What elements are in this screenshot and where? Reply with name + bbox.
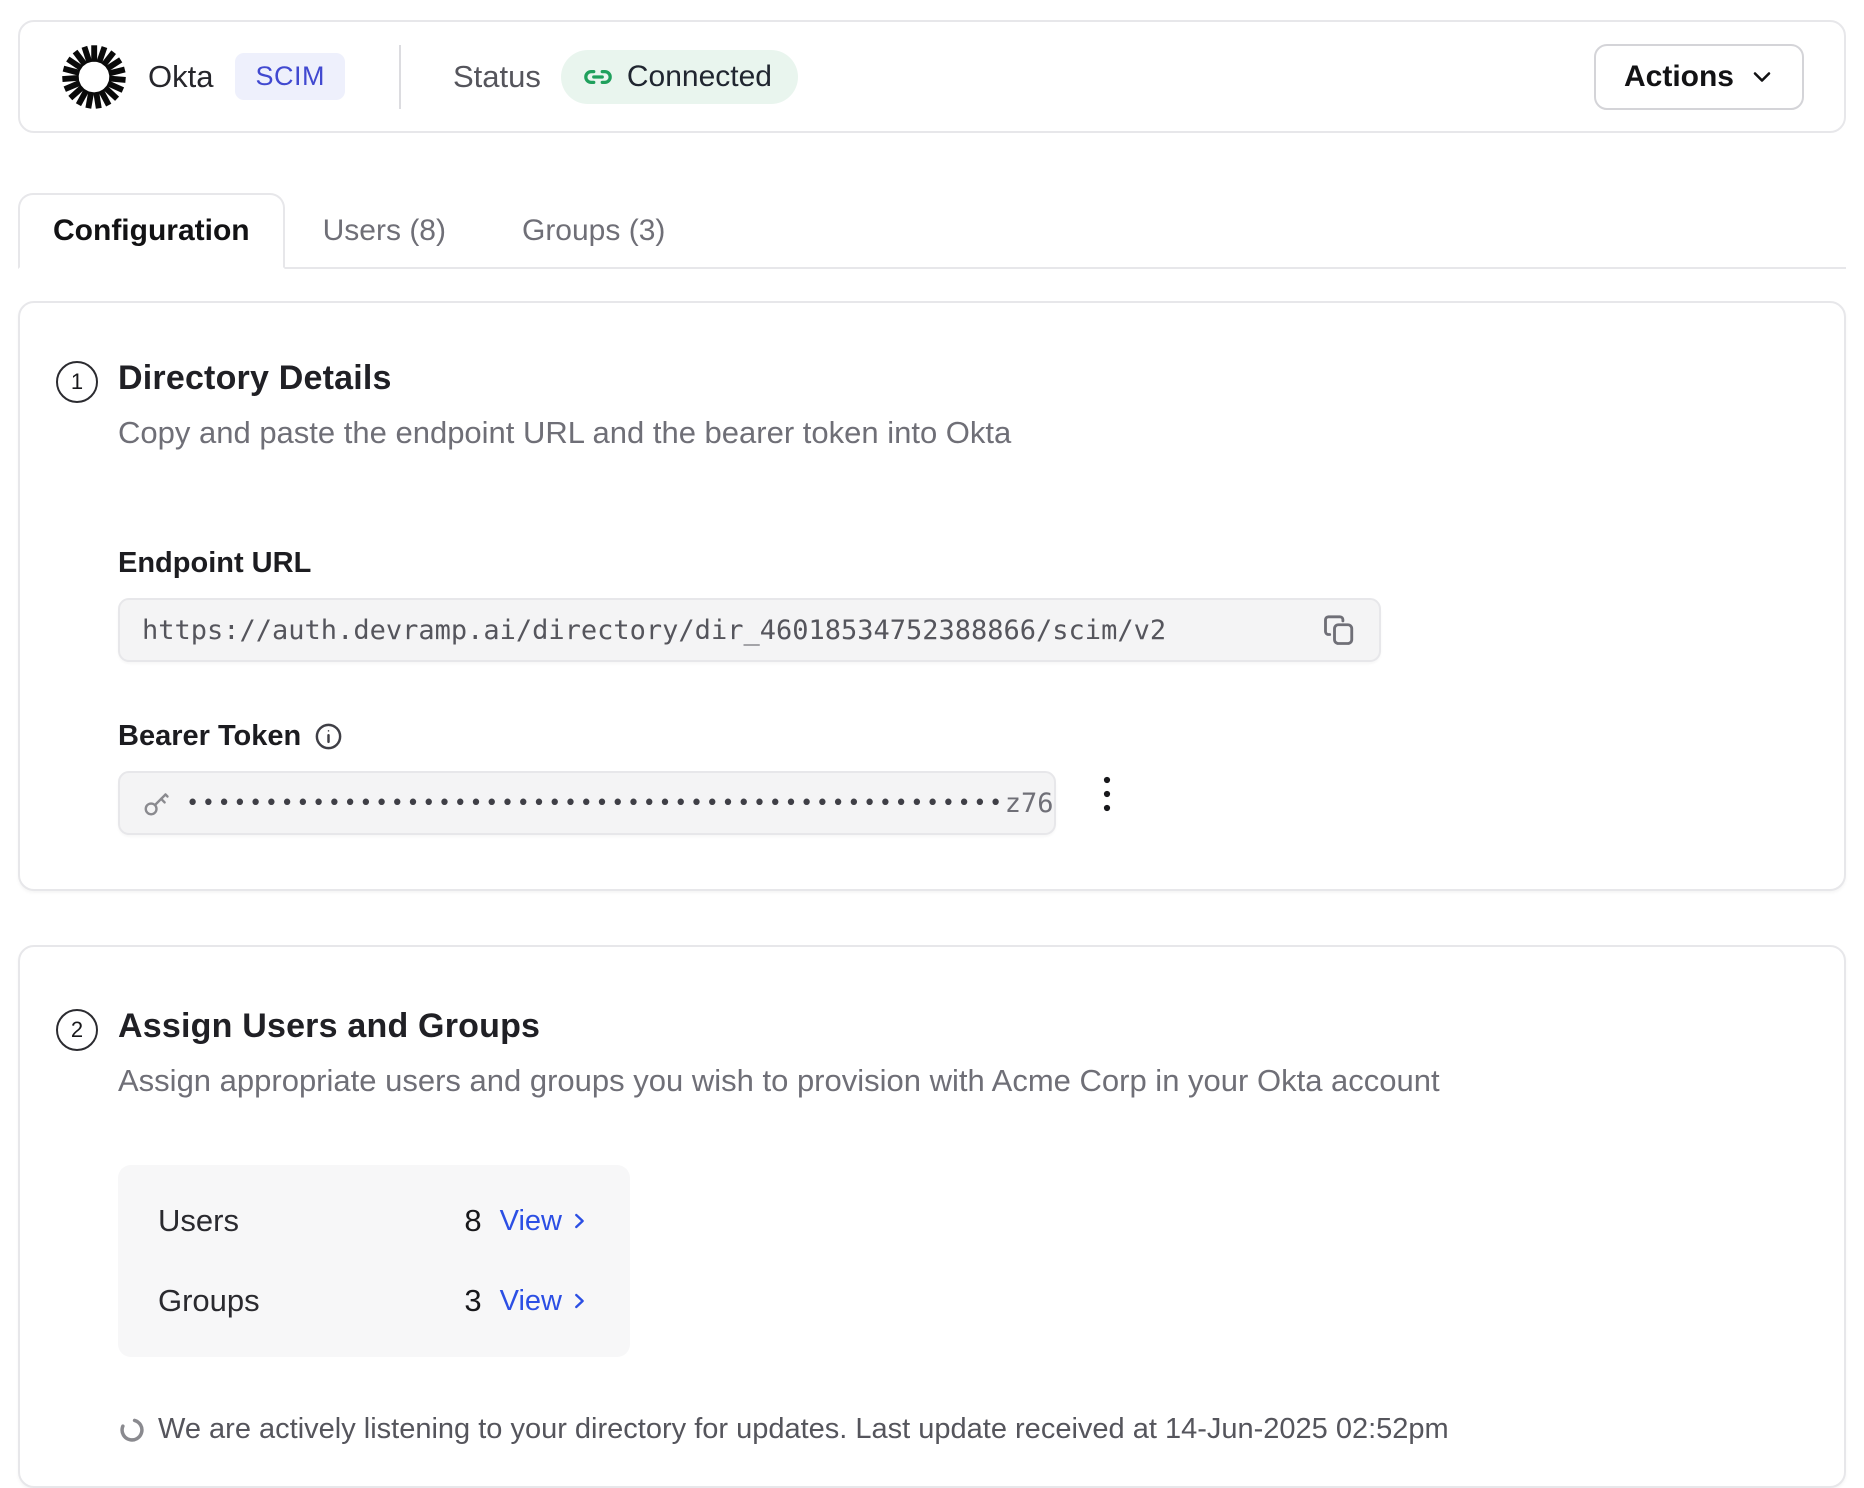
view-groups-link-label: View — [500, 1285, 562, 1318]
step-number-badge: 2 — [56, 1009, 98, 1051]
chevron-right-icon — [568, 1210, 590, 1232]
bearer-token-label: Bearer Token — [118, 720, 301, 753]
link-icon — [581, 60, 615, 94]
groups-count-row: Groups 3 View — [158, 1283, 590, 1319]
status-label: Status — [453, 59, 541, 95]
users-groups-counts-box: Users 8 View Groups 3 View — [118, 1165, 630, 1357]
actions-button-label: Actions — [1624, 60, 1734, 94]
status-value: Connected — [627, 60, 772, 94]
provider-name: Okta — [148, 59, 213, 95]
okta-logo-icon — [60, 43, 128, 111]
endpoint-url-label: Endpoint URL — [118, 547, 1788, 580]
endpoint-url-field: https://auth.devramp.ai/directory/dir_46… — [118, 598, 1381, 662]
endpoint-url-value: https://auth.devramp.ai/directory/dir_46… — [142, 615, 1166, 646]
groups-row-label: Groups — [158, 1283, 456, 1319]
tab-groups[interactable]: Groups (3) — [484, 195, 703, 267]
directory-fields: Endpoint URL https://auth.devramp.ai/dir… — [118, 547, 1788, 835]
provider-header-card: Okta SCIM Status Connected Actions — [18, 20, 1846, 133]
scim-directory-page: Okta SCIM Status Connected Actions Confi… — [18, 0, 1846, 1488]
sync-status-row: We are actively listening to your direct… — [118, 1413, 1788, 1446]
tab-configuration[interactable]: Configuration — [18, 193, 285, 269]
view-users-link[interactable]: View — [500, 1205, 590, 1238]
assign-section-header: 2 Assign Users and Groups Assign appropr… — [56, 1007, 1788, 1099]
bearer-token-field: ••••••••••••••••••••••••••••••••••••••••… — [118, 771, 1056, 835]
users-row-label: Users — [158, 1203, 456, 1239]
chevron-down-icon — [1750, 65, 1774, 89]
spinner-icon — [118, 1416, 146, 1444]
users-count: 8 — [456, 1203, 482, 1239]
info-icon[interactable] — [313, 721, 344, 752]
bearer-token-suffix: z76t — [1005, 788, 1056, 819]
directory-details-card: 1 Directory Details Copy and paste the e… — [18, 301, 1846, 891]
copy-button[interactable] — [1321, 612, 1357, 648]
step-number-badge: 1 — [56, 361, 98, 403]
tab-bar: Configuration Users (8) Groups (3) — [18, 193, 1846, 269]
assign-users-groups-card: 2 Assign Users and Groups Assign appropr… — [18, 945, 1846, 1488]
view-users-link-label: View — [500, 1205, 562, 1238]
actions-button[interactable]: Actions — [1594, 44, 1804, 110]
bearer-token-masked-value: ••••••••••••••••••••••••••••••••••••••••… — [186, 791, 1005, 816]
tab-users[interactable]: Users (8) — [285, 195, 484, 267]
section-title: Directory Details — [118, 359, 1011, 398]
users-count-row: Users 8 View — [158, 1203, 590, 1239]
header-divider — [399, 45, 401, 109]
kebab-menu-icon — [1100, 774, 1114, 814]
bearer-token-menu-button[interactable] — [1094, 768, 1120, 820]
sync-status-text: We are actively listening to your direct… — [158, 1413, 1449, 1446]
section-subtitle: Assign appropriate users and groups you … — [118, 1063, 1440, 1099]
key-icon — [142, 788, 172, 818]
groups-count: 3 — [456, 1283, 482, 1319]
view-groups-link[interactable]: View — [500, 1285, 590, 1318]
section-subtitle: Copy and paste the endpoint URL and the … — [118, 415, 1011, 451]
section-title: Assign Users and Groups — [118, 1007, 1440, 1046]
copy-icon — [1321, 612, 1357, 648]
status-badge: Connected — [561, 50, 798, 104]
chevron-right-icon — [568, 1290, 590, 1312]
scim-badge: SCIM — [235, 53, 345, 100]
directory-details-header: 1 Directory Details Copy and paste the e… — [56, 359, 1788, 451]
